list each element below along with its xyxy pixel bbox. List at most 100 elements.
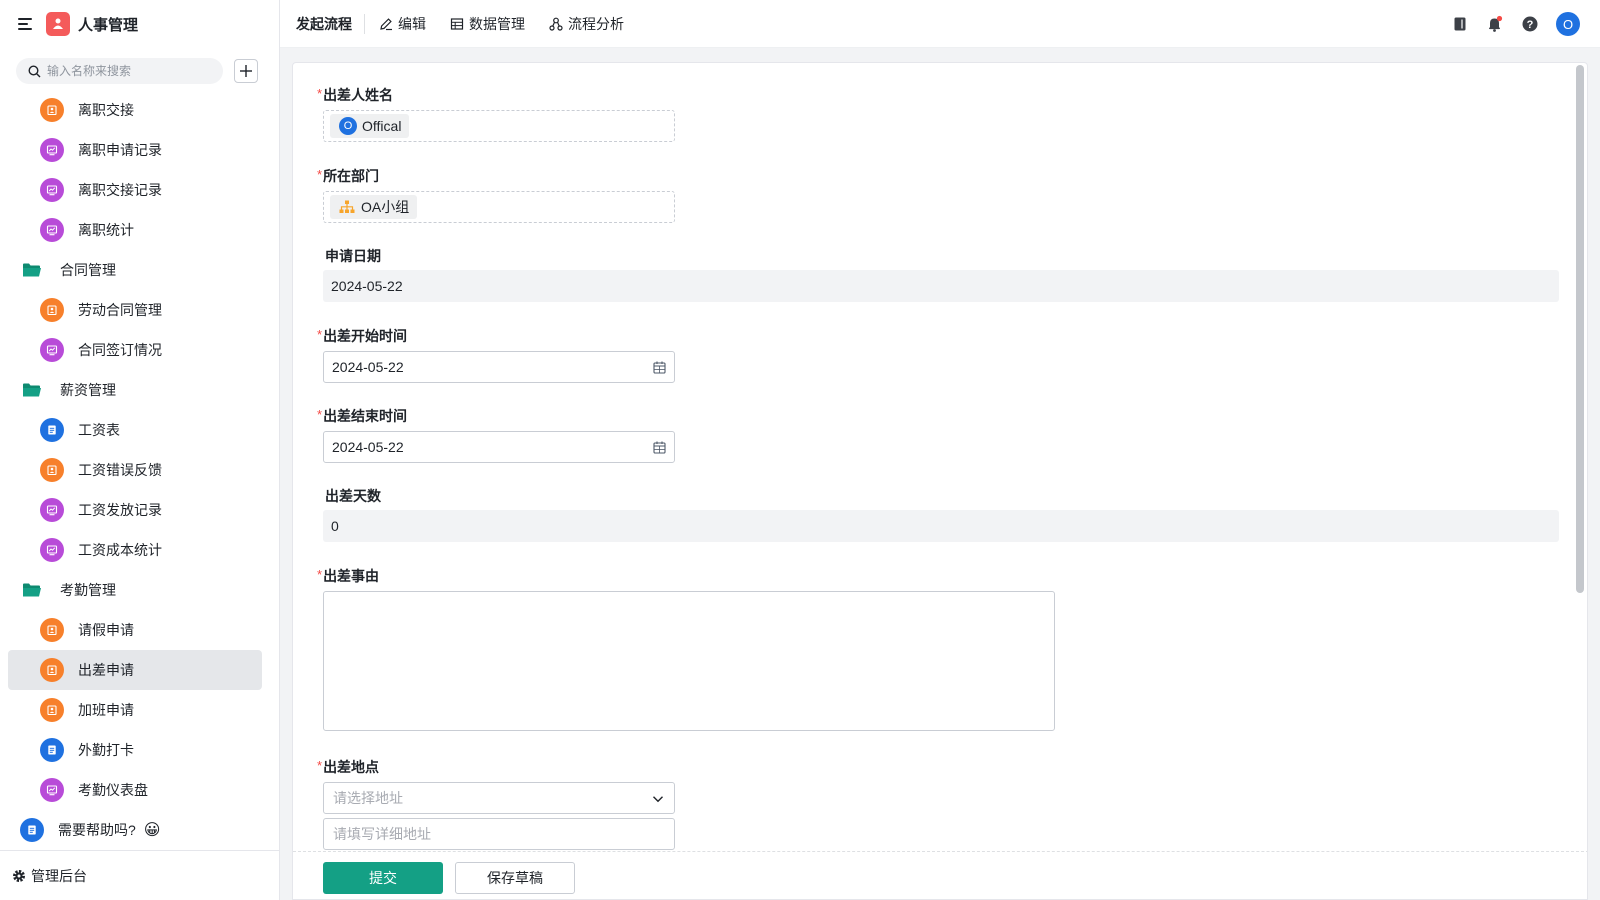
department-picker[interactable]: OA小组	[323, 191, 675, 223]
start-time-label-text: 出差开始时间	[323, 328, 408, 344]
search-icon	[28, 64, 41, 77]
sidebar-item-5[interactable]: 劳动合同管理	[8, 290, 262, 330]
tab-edit[interactable]: 编辑	[379, 14, 426, 34]
report-icon	[40, 538, 64, 562]
org-chart-icon	[339, 200, 355, 213]
sidebar-group-4[interactable]: 合同管理	[8, 250, 262, 290]
sidebar-item-6[interactable]: 合同签订情况	[8, 330, 262, 370]
sidebar-item-10[interactable]: 工资发放记录	[8, 490, 262, 530]
add-button[interactable]	[234, 59, 258, 83]
applicant-label: *出差人姓名	[317, 86, 394, 103]
admin-console-label: 管理后台	[31, 867, 87, 884]
search-input[interactable]	[47, 64, 207, 78]
sidebar-item-label: 考勤仪表盘	[78, 782, 148, 798]
sidebar-item-1[interactable]: 离职申请记录	[8, 130, 262, 170]
flow-icon	[549, 17, 563, 31]
sidebar-item-11[interactable]: 工资成本统计	[8, 530, 262, 570]
sidebar-item-label: 考勤管理	[60, 582, 116, 598]
submit-button[interactable]: 提交	[323, 862, 443, 894]
applicant-picker[interactable]: O Offical	[323, 110, 675, 142]
sidebar-item-label: 薪资管理	[60, 382, 116, 398]
user-avatar[interactable]: O	[1556, 12, 1600, 36]
start-time-input[interactable]: 2024-05-22	[323, 351, 675, 383]
sidebar-item-label: 离职交接记录	[78, 182, 162, 198]
applicant-name: Offical	[362, 118, 402, 134]
notebook-icon[interactable]	[1452, 16, 1468, 32]
tab-start-flow-label: 发起流程	[296, 15, 352, 32]
sidebar-item-17[interactable]: 考勤仪表盘	[8, 770, 262, 810]
app-logo-icon	[46, 12, 70, 36]
form-icon	[40, 698, 64, 722]
sidebar-item-3[interactable]: 离职统计	[8, 210, 262, 250]
help-icon[interactable]: ?	[1522, 16, 1538, 32]
smile-emoji-icon: 😀	[143, 822, 161, 839]
department-chip: OA小组	[330, 195, 418, 219]
report-icon	[40, 778, 64, 802]
sheet-icon	[20, 818, 44, 842]
sidebar-item-label: 劳动合同管理	[78, 302, 162, 318]
reason-label-text: 出差事由	[323, 568, 380, 584]
sidebar-item-2[interactable]: 离职交接记录	[8, 170, 262, 210]
report-icon	[40, 178, 64, 202]
plus-icon	[240, 65, 252, 77]
sidebar-search	[16, 58, 223, 84]
apply-date-label: 申请日期	[325, 248, 381, 264]
folder-icon	[22, 382, 42, 398]
department-label: *所在部门	[317, 167, 380, 184]
location-detail-placeholder: 请填写详细地址	[333, 826, 431, 842]
sidebar-item-9[interactable]: 工资错误反馈	[8, 450, 262, 490]
folder-icon	[22, 262, 42, 278]
sidebar-group-7[interactable]: 薪资管理	[8, 370, 262, 410]
location-select[interactable]: 请选择地址	[323, 782, 675, 814]
end-time-label: *出差结束时间	[317, 407, 408, 424]
days-value: 0	[323, 510, 1559, 542]
chevron-down-icon	[653, 796, 663, 803]
bell-icon[interactable]	[1486, 15, 1504, 33]
location-label: *出差地点	[317, 758, 380, 775]
sidebar-item-label: 出差申请	[78, 662, 134, 678]
sidebar-item-label: 离职交接	[78, 102, 134, 118]
report-icon	[40, 218, 64, 242]
start-time-label: *出差开始时间	[317, 327, 408, 344]
applicant-label-text: 出差人姓名	[323, 87, 394, 103]
sidebar-item-15[interactable]: 加班申请	[8, 690, 262, 730]
report-icon	[40, 138, 64, 162]
sidebar-item-label: 工资表	[78, 422, 120, 438]
days-label: 出差天数	[325, 488, 381, 504]
form-actions: 提交 保存草稿	[293, 851, 1587, 899]
sidebar-item-16[interactable]: 外勤打卡	[8, 730, 262, 770]
sidebar-item-14[interactable]: 出差申请	[8, 650, 262, 690]
save-draft-button[interactable]: 保存草稿	[455, 862, 575, 894]
toolbar-right: ? O	[1434, 0, 1600, 48]
pencil-icon	[380, 17, 392, 30]
sidebar-item-label: 合同管理	[60, 262, 116, 278]
table-icon	[450, 17, 464, 30]
sidebar-item-13[interactable]: 请假申请	[8, 610, 262, 650]
sidebar-header: 人事管理	[0, 0, 279, 48]
sidebar-item-18[interactable]: 需要帮助吗? 😀	[8, 810, 262, 850]
sidebar-item-8[interactable]: 工资表	[8, 410, 262, 450]
scrollbar-thumb[interactable]	[1576, 65, 1584, 593]
reason-label: *出差事由	[317, 567, 380, 584]
form-icon	[40, 298, 64, 322]
sidebar-item-label: 工资错误反馈	[78, 462, 162, 478]
department-label-text: 所在部门	[323, 168, 380, 184]
sidebar-group-12[interactable]: 考勤管理	[8, 570, 262, 610]
sidebar-item-label: 合同签订情况	[78, 342, 162, 358]
reason-textarea[interactable]	[323, 591, 1055, 731]
sidebar-item-0[interactable]: 离职交接	[8, 90, 262, 130]
tab-start-flow[interactable]: 发起流程	[296, 13, 365, 34]
sidebar-item-label: 工资发放记录	[78, 502, 162, 518]
location-detail-input[interactable]: 请填写详细地址	[323, 818, 675, 850]
tab-data-manage[interactable]: 数据管理	[450, 14, 525, 34]
form-icon	[40, 458, 64, 482]
department-name: OA小组	[361, 199, 410, 215]
report-icon	[40, 498, 64, 522]
end-time-input[interactable]: 2024-05-22	[323, 431, 675, 463]
menu-toggle-icon[interactable]	[18, 17, 34, 31]
tab-flow-analysis[interactable]: 流程分析	[549, 14, 624, 34]
admin-console-link[interactable]: 管理后台	[0, 850, 279, 900]
location-label-text: 出差地点	[323, 759, 380, 775]
start-time-value: 2024-05-22	[332, 359, 404, 375]
main-area: *出差人姓名 O Offical *所在部门 OA小组 申请日期 2024-05…	[280, 48, 1600, 900]
